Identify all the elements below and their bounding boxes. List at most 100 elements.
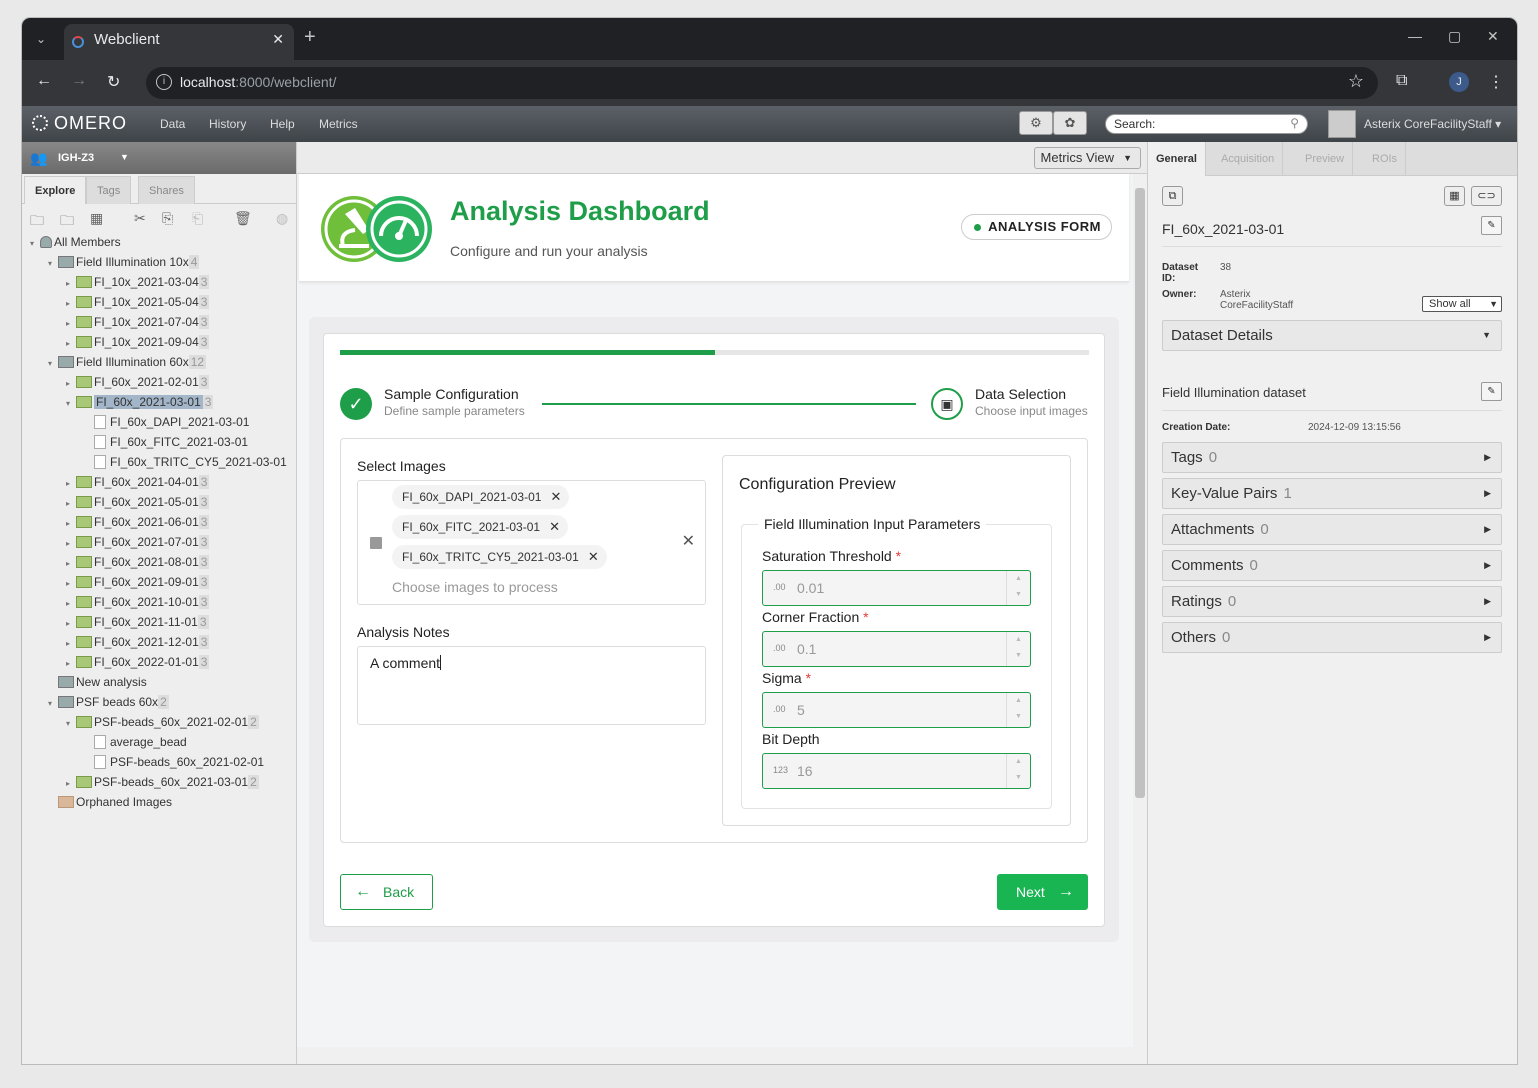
tree-node[interactable]: ▸ FI_60x_2021-02-01 3 <box>66 372 210 394</box>
tree-node[interactable]: ▾ All Members <box>30 232 121 252</box>
new-tab-icon[interactable]: + <box>304 26 316 49</box>
browser-menu-icon[interactable]: ⋮ <box>1488 72 1504 92</box>
paste-icon[interactable]: ⎗ <box>192 210 203 227</box>
tree-node[interactable]: ▸ FI_60x_2022-01-01 3 <box>66 652 210 674</box>
new-dataset-icon[interactable]: 🗀 <box>60 210 74 234</box>
new-screen-icon[interactable]: ▦ <box>90 210 103 227</box>
tree-node[interactable]: ▸ PSF-beads_60x_2021-03-01 2 <box>66 772 259 792</box>
stepper-icon[interactable]: ▲ ▼ <box>1006 693 1030 727</box>
expand-arrow-icon[interactable]: ▸ <box>66 534 76 554</box>
tab-acquisition[interactable]: Acquisition <box>1213 142 1284 176</box>
clear-selection-icon[interactable]: ✕ <box>682 531 695 551</box>
stepper-icon[interactable]: ▲ ▼ <box>1006 632 1030 666</box>
stepper-icon[interactable]: ▲ ▼ <box>1006 754 1030 788</box>
scrollbar-thumb[interactable] <box>1135 188 1145 798</box>
tree-node[interactable]: ▸ FI_60x_2021-10-01 3 <box>66 592 210 614</box>
expand-arrow-icon[interactable]: ▸ <box>66 314 76 334</box>
expand-arrow-icon[interactable]: ▸ <box>66 574 76 594</box>
cut-icon[interactable]: ✂ <box>134 210 146 227</box>
bit-depth-input[interactable]: 123 16 ▲ ▼ <box>762 753 1031 789</box>
user-avatar[interactable] <box>1328 110 1356 138</box>
expand-arrow-icon[interactable]: ▸ <box>66 334 76 354</box>
tree-node[interactable]: FI_60x_FITC_2021-03-01 <box>84 432 248 452</box>
remove-chip-icon[interactable]: ✕ <box>551 485 562 509</box>
tab-tags[interactable]: Tags <box>86 176 132 204</box>
tree-node[interactable]: FI_60x_TRITC_CY5_2021-03-01 <box>84 452 287 472</box>
expand-arrow-icon[interactable]: ▾ <box>30 234 40 254</box>
share-icon[interactable]: ◍ <box>276 210 288 227</box>
show-all-select[interactable]: Show all ▼ <box>1422 296 1502 312</box>
center-scrollbar[interactable] <box>1133 174 1147 1047</box>
tree-node[interactable]: ▸ FI_10x_2021-09-04 3 <box>66 332 210 354</box>
tab-shares[interactable]: Shares <box>138 176 195 204</box>
forward-nav-icon[interactable]: → <box>71 72 87 90</box>
accordion-tags[interactable]: Tags 0 ▶ <box>1162 442 1502 473</box>
activities-icon[interactable]: ✿ <box>1053 111 1087 135</box>
delete-icon[interactable]: 🗑 <box>234 210 252 227</box>
tab-general[interactable]: General <box>1148 142 1206 176</box>
user-menu[interactable]: Asterix CoreFacilityStaff ▾ <box>1364 117 1501 131</box>
accordion-attachments[interactable]: Attachments 0 ▶ <box>1162 514 1502 545</box>
extensions-icon[interactable]: ⧉ <box>1396 72 1407 90</box>
tab-search-icon[interactable]: ⌄ <box>30 28 52 50</box>
tree-node[interactable]: ▾ FI_60x_2021-03-01 3 <box>66 392 214 412</box>
tree-node[interactable]: New analysis <box>48 672 147 692</box>
bookmark-star-icon[interactable]: ☆ <box>1348 71 1364 92</box>
scripts-gear-icon[interactable]: ⚙ <box>1019 111 1053 135</box>
omero-logo[interactable]: OMERO <box>32 113 127 134</box>
browser-tab[interactable]: Webclient ✕ <box>64 24 294 60</box>
tree-node[interactable]: ▸ FI_60x_2021-12-01 3 <box>66 632 210 654</box>
expand-arrow-icon[interactable]: ▸ <box>66 554 76 574</box>
copy-icon[interactable]: ⎘ <box>162 210 173 227</box>
tree-node[interactable]: ▾ Field Illumination 10x 4 <box>48 252 200 272</box>
expand-arrow-icon[interactable]: ▸ <box>66 374 76 394</box>
open-viewer-icon[interactable]: ⧉ <box>1162 186 1183 206</box>
tree-node[interactable]: ▸ FI_10x_2021-07-04 3 <box>66 312 210 334</box>
tree-node[interactable]: ▾ PSF-beads_60x_2021-02-01 2 <box>66 712 259 732</box>
edit-description-pencil-icon[interactable]: ✎ <box>1481 382 1502 401</box>
expand-arrow-icon[interactable]: ▾ <box>66 714 76 734</box>
sigma-input[interactable]: .00 5 ▲ ▼ <box>762 692 1031 728</box>
grid-view-icon[interactable]: ▦ <box>1444 186 1465 206</box>
tree-node[interactable]: ▸ FI_60x_2021-06-01 3 <box>66 512 210 534</box>
tree-node[interactable]: average_bead <box>84 732 187 752</box>
corner-fraction-input[interactable]: .00 0.1 ▲ ▼ <box>762 631 1031 667</box>
remove-chip-icon[interactable]: ✕ <box>588 545 599 569</box>
expand-arrow-icon[interactable]: ▸ <box>66 294 76 314</box>
tab-rois[interactable]: ROIs <box>1364 142 1407 176</box>
tree-node[interactable]: ▸ FI_60x_2021-08-01 3 <box>66 552 210 574</box>
back-nav-icon[interactable]: ← <box>36 72 52 90</box>
saturation-threshold-input[interactable]: .00 0.01 ▲ ▼ <box>762 570 1031 606</box>
expand-arrow-icon[interactable]: ▸ <box>66 634 76 654</box>
tree-node[interactable]: ▸ FI_10x_2021-05-04 3 <box>66 292 210 314</box>
link-icon[interactable]: ⊂⊃ <box>1471 186 1502 206</box>
expand-arrow-icon[interactable]: ▸ <box>66 614 76 634</box>
accordion-comments[interactable]: Comments 0 ▶ <box>1162 550 1502 581</box>
menu-history[interactable]: History <box>209 117 246 131</box>
close-tab-icon[interactable]: ✕ <box>272 31 284 48</box>
profile-avatar[interactable]: J <box>1449 72 1469 92</box>
expand-arrow-icon[interactable]: ▾ <box>48 354 58 374</box>
expand-arrow-icon[interactable]: ▸ <box>66 474 76 494</box>
accordion-ratings[interactable]: Ratings 0 ▶ <box>1162 586 1502 617</box>
tree-node[interactable]: FI_60x_DAPI_2021-03-01 <box>84 412 249 432</box>
image-multiselect[interactable]: FI_60x_DAPI_2021-03-01 ✕ FI_60x_FITC_2021… <box>357 480 706 605</box>
group-selector[interactable]: 👥 IGH-Z3 ▼ <box>22 142 296 174</box>
expand-arrow-icon[interactable]: ▾ <box>48 694 58 714</box>
menu-metrics[interactable]: Metrics <box>319 117 358 131</box>
expand-arrow-icon[interactable]: ▸ <box>66 514 76 534</box>
tree-node[interactable]: ▸ FI_10x_2021-03-04 3 <box>66 272 210 292</box>
tree-node[interactable]: ▾ PSF beads 60x 2 <box>48 692 169 712</box>
metrics-view-select[interactable]: Metrics View ▼ <box>1033 147 1141 169</box>
menu-help[interactable]: Help <box>270 117 295 131</box>
tree-node[interactable]: ▾ Field Illumination 60x 12 <box>48 352 207 374</box>
site-info-icon[interactable]: i <box>156 74 172 90</box>
expand-arrow-icon[interactable]: ▸ <box>66 774 76 794</box>
edit-name-pencil-icon[interactable]: ✎ <box>1481 216 1502 235</box>
expand-arrow-icon[interactable]: ▸ <box>66 594 76 614</box>
dataset-details-dropdown[interactable]: Dataset Details ▼ <box>1162 320 1502 351</box>
accordion-key-value-pairs[interactable]: Key-Value Pairs 1 ▶ <box>1162 478 1502 509</box>
tree-node[interactable]: ▸ FI_60x_2021-07-01 3 <box>66 532 210 554</box>
close-window-icon[interactable]: ✕ <box>1487 28 1499 45</box>
expand-arrow-icon[interactable]: ▸ <box>66 654 76 674</box>
